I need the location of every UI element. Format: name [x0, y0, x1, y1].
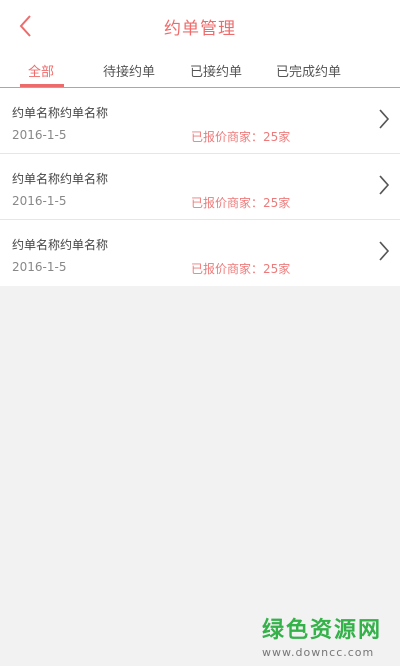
- tab-bar: 全部 待接约单 已接约单 已完成约单: [0, 50, 400, 88]
- order-quote-count: 已报价商家：25家: [191, 196, 291, 210]
- order-name: 约单名称约单名称: [12, 238, 109, 252]
- page-title: 约单管理: [164, 19, 236, 39]
- order-list-item[interactable]: 约单名称约单名称 2016-1-5 已报价商家：25家: [0, 220, 400, 286]
- tab-pending[interactable]: 待接约单: [103, 61, 155, 80]
- tab-completed[interactable]: 已完成约单: [276, 61, 341, 80]
- order-date: 2016-1-5: [12, 128, 67, 142]
- chevron-right-icon: [379, 241, 390, 261]
- order-name: 约单名称约单名称: [12, 106, 109, 120]
- order-date: 2016-1-5: [12, 194, 67, 208]
- chevron-right-icon: [379, 109, 390, 129]
- order-quote-count: 已报价商家：25家: [191, 130, 291, 144]
- tab-accepted[interactable]: 已接约单: [190, 61, 242, 80]
- header-bar: 约单管理: [0, 0, 400, 50]
- order-name: 约单名称约单名称: [12, 172, 109, 186]
- order-date: 2016-1-5: [12, 260, 67, 274]
- chevron-right-icon: [379, 175, 390, 195]
- tab-all[interactable]: 全部: [28, 61, 54, 80]
- watermark-title: 绿色资源网: [262, 618, 383, 643]
- order-list-item[interactable]: 约单名称约单名称 2016-1-5 已报价商家：25家: [0, 154, 400, 220]
- order-quote-count: 已报价商家：25家: [191, 262, 291, 276]
- watermark-url: www.downcc.com: [262, 646, 375, 659]
- order-list-item[interactable]: 约单名称约单名称 2016-1-5 已报价商家：25家: [0, 88, 400, 154]
- active-tab-indicator: [20, 84, 64, 87]
- watermark: 绿色资源网 www.downcc.com: [262, 612, 392, 659]
- order-list: 约单名称约单名称 2016-1-5 已报价商家：25家 约单名称约单名称 201…: [0, 88, 400, 286]
